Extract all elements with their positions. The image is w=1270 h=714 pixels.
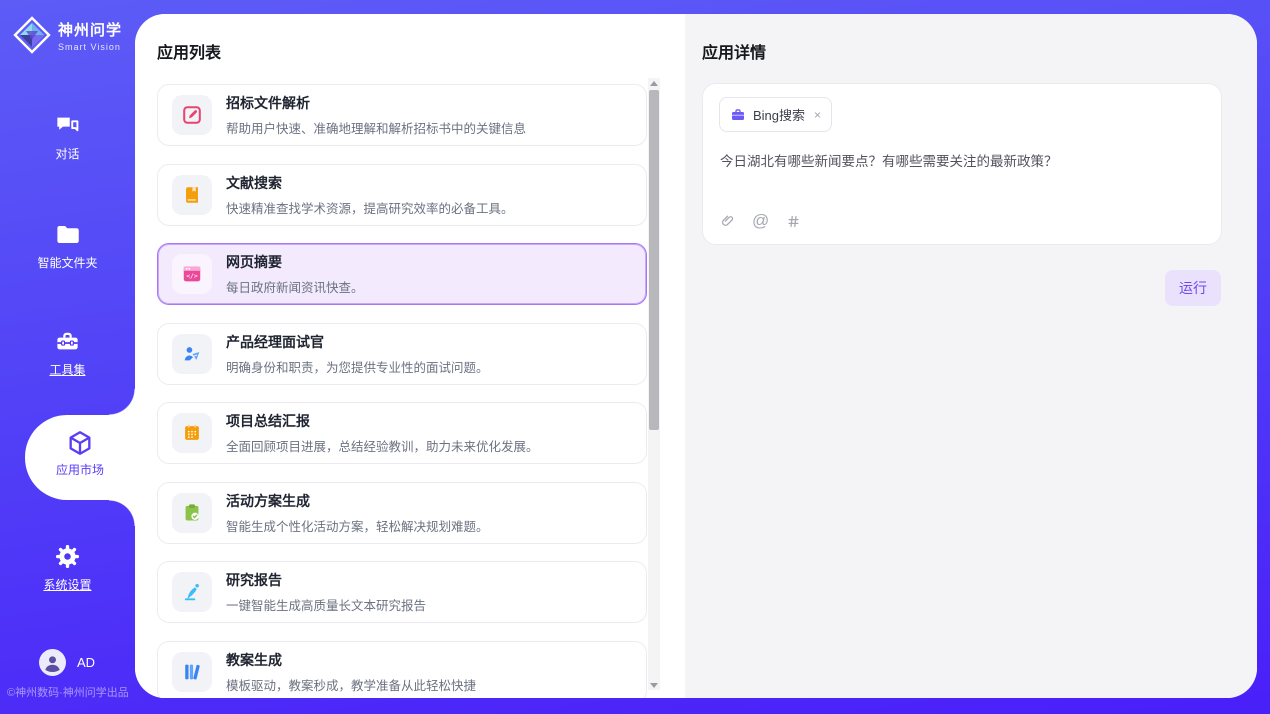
app-desc: 模板驱动，教案秒成，教学准备从此轻松快捷: [226, 675, 476, 694]
sidebar-item-label: 对话: [55, 147, 79, 161]
content-shell: 应用列表 招标文件解析 帮助用户快速、准确地理解和解析招标书中的关键信息: [135, 14, 1257, 698]
app-title: 活动方案生成: [226, 491, 489, 511]
app-card-lesson-plan[interactable]: 教案生成 模板驱动，教案秒成，教学准备从此轻松快捷: [157, 641, 647, 699]
briefcase-icon: [730, 107, 746, 123]
mention-icon[interactable]: @: [752, 211, 769, 231]
sidebar-item-label: 系统设置: [43, 578, 91, 592]
app-icon-tile: [172, 652, 212, 692]
app-desc: 帮助用户快速、准确地理解和解析招标书中的关键信息: [226, 118, 526, 137]
gear-icon: [54, 543, 81, 570]
app-card-pm-interviewer[interactable]: 产品经理面试官 明确身份和职责，为您提供专业性的面试问题。: [157, 323, 647, 385]
ink-pen-icon: [181, 581, 203, 603]
sidebar: 神州问学 Smart Vision 对话 智能文件夹 工具集 应: [0, 0, 135, 714]
app-title: 教案生成: [226, 650, 476, 670]
prompt-toolbar: @: [720, 211, 801, 231]
app-desc: 一键智能生成高质量长文本研究报告: [226, 595, 426, 614]
app-icon-tile: [172, 413, 212, 453]
books-icon: [181, 661, 203, 683]
brand-diamond-icon: [13, 16, 51, 54]
interviewer-icon: [181, 343, 203, 365]
book-icon: [181, 184, 203, 206]
app-desc: 快速精准查找学术资源，提高研究效率的必备工具。: [226, 198, 514, 217]
app-list-panel: 应用列表 招标文件解析 帮助用户快速、准确地理解和解析招标书中的关键信息: [135, 14, 685, 698]
tool-tag-bing-search[interactable]: Bing搜索 ×: [719, 97, 832, 132]
folder-icon: [54, 221, 81, 248]
chat-icon: [54, 112, 81, 139]
sidebar-item-chat[interactable]: 对话: [0, 112, 135, 163]
app-list-title: 应用列表: [157, 39, 221, 63]
prompt-card: Bing搜索 × 今日湖北有哪些新闻要点？有哪些需要关注的最新政策？ @: [702, 83, 1222, 245]
app-desc: 明确身份和职责，为您提供专业性的面试问题。: [226, 357, 489, 376]
app-icon-tile: [172, 95, 212, 135]
app-card-project-summary[interactable]: 项目总结汇报 全面回顾项目进展，总结经验教训，助力未来优化发展。: [157, 402, 647, 464]
app-card-event-plan[interactable]: 活动方案生成 智能生成个性化活动方案，轻松解决规划难题。: [157, 482, 647, 544]
cube-icon: [66, 429, 94, 457]
app-detail-title: 应用详情: [702, 39, 766, 63]
brand-name: 神州问学: [58, 19, 122, 40]
run-button[interactable]: 运行: [1165, 270, 1221, 306]
app-detail-panel: 应用详情 Bing搜索 × 今日湖北有哪些新闻要点？有哪些需要关注的最新政策？: [685, 14, 1257, 698]
blob-top-fillet: [109, 389, 135, 415]
scrollbar-up-arrow[interactable]: [648, 78, 660, 88]
app-card-web-summary-selected[interactable]: </> 网页摘要 每日政府新闻资讯快查。: [157, 243, 647, 305]
tool-tag-label: Bing搜索: [753, 105, 805, 124]
brand-logo: 神州问学 Smart Vision: [13, 16, 122, 54]
blob-bottom-fillet: [109, 500, 135, 526]
app-icon-tile: [172, 572, 212, 612]
hashtag-icon[interactable]: [786, 214, 801, 229]
scrollbar-thumb[interactable]: [649, 90, 659, 430]
clipboard-check-icon: [181, 502, 203, 524]
sidebar-item-label: 工具集: [49, 363, 85, 377]
svg-text:</>: </>: [186, 272, 198, 280]
app-title: 研究报告: [226, 570, 426, 590]
app-title: 项目总结汇报: [226, 411, 539, 431]
prompt-input[interactable]: 今日湖北有哪些新闻要点？有哪些需要关注的最新政策？: [720, 152, 1205, 172]
user-account[interactable]: AD: [39, 649, 95, 676]
scrollbar[interactable]: [648, 78, 660, 690]
app-title: 文献搜索: [226, 173, 514, 193]
sidebar-item-app-market-active[interactable]: 应用市场: [25, 415, 135, 500]
brand-subtitle: Smart Vision: [58, 42, 122, 52]
app-cards: 招标文件解析 帮助用户快速、准确地理解和解析招标书中的关键信息 文献搜索 快速精…: [157, 84, 647, 698]
sidebar-item-smart-folder[interactable]: 智能文件夹: [0, 221, 135, 272]
app-title: 产品经理面试官: [226, 332, 489, 352]
user-initials: AD: [77, 655, 95, 670]
app-desc: 智能生成个性化活动方案，轻松解决规划难题。: [226, 516, 489, 535]
app-title: 招标文件解析: [226, 93, 526, 113]
sidebar-item-label: 应用市场: [56, 463, 104, 477]
app-icon-tile: </>: [172, 254, 212, 294]
browser-code-icon: </>: [181, 263, 203, 285]
attachment-icon[interactable]: [720, 213, 735, 230]
sidebar-item-settings[interactable]: 系统设置: [0, 543, 135, 594]
pen-square-icon: [181, 104, 203, 126]
notepad-icon: [181, 422, 203, 444]
copyright-text: ©神州数码·神州问学出品: [7, 684, 129, 700]
sidebar-item-toolset[interactable]: 工具集: [0, 328, 135, 379]
tag-close-icon[interactable]: ×: [814, 108, 821, 122]
app-icon-tile: [172, 334, 212, 374]
app-desc: 全面回顾项目进展，总结经验教训，助力未来优化发展。: [226, 436, 539, 455]
sidebar-item-label: 智能文件夹: [37, 256, 97, 270]
app-title: 网页摘要: [226, 252, 364, 272]
toolbox-icon: [54, 328, 81, 355]
app-desc: 每日政府新闻资讯快查。: [226, 277, 364, 296]
app-card-literature-search[interactable]: 文献搜索 快速精准查找学术资源，提高研究效率的必备工具。: [157, 164, 647, 226]
avatar: [39, 649, 66, 676]
app-icon-tile: [172, 493, 212, 533]
app-card-bid-parse[interactable]: 招标文件解析 帮助用户快速、准确地理解和解析招标书中的关键信息: [157, 84, 647, 146]
app-card-research-report[interactable]: 研究报告 一键智能生成高质量长文本研究报告: [157, 561, 647, 623]
app-icon-tile: [172, 175, 212, 215]
scrollbar-down-arrow[interactable]: [648, 680, 660, 690]
